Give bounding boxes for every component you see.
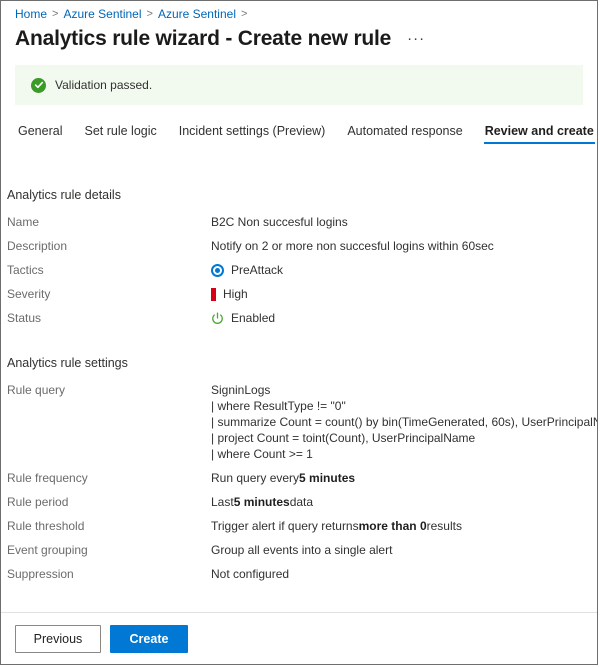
power-icon bbox=[211, 312, 224, 325]
severity-bar-icon bbox=[211, 288, 216, 301]
tab-review-and-create[interactable]: Review and create bbox=[474, 124, 597, 144]
wizard-footer: Previous Create bbox=[1, 612, 597, 664]
more-options-icon[interactable]: ··· bbox=[403, 32, 429, 46]
setting-value: Trigger alert if query returns more than… bbox=[211, 518, 462, 534]
setting-row: Event groupingGroup all events into a si… bbox=[7, 542, 597, 558]
detail-row: Tactics PreAttack bbox=[7, 262, 597, 278]
detail-label: Tactics bbox=[7, 262, 211, 278]
detail-row: Status Enabled bbox=[7, 310, 597, 326]
setting-row: Rule frequencyRun query every 5 minutes bbox=[7, 470, 597, 486]
detail-value-text: High bbox=[223, 286, 248, 302]
breadcrumb-item-2[interactable]: Azure Sentinel bbox=[158, 7, 236, 21]
breadcrumb-separator-icon: > bbox=[147, 8, 153, 20]
setting-label: Rule threshold bbox=[7, 518, 211, 534]
setting-value-emphasis: 5 minutes bbox=[234, 494, 290, 510]
setting-value-prefix: Not configured bbox=[211, 566, 289, 582]
setting-label: Rule frequency bbox=[7, 470, 211, 486]
check-circle-icon bbox=[31, 78, 46, 93]
analytics-rule-wizard-page: Home > Azure Sentinel > Azure Sentinel > Anal… bbox=[0, 0, 598, 665]
rule-query-line: | where ResultType != "0" bbox=[211, 398, 597, 414]
detail-value-text: Enabled bbox=[231, 310, 275, 326]
detail-row: NameB2C Non succesful logins bbox=[7, 214, 597, 230]
detail-row: Severity High bbox=[7, 286, 597, 302]
detail-label: Name bbox=[7, 214, 211, 230]
wizard-tabs: GeneralSet rule logicIncident settings (… bbox=[1, 116, 597, 144]
breadcrumb-separator-icon: > bbox=[241, 8, 247, 20]
setting-value-prefix: Run query every bbox=[211, 470, 299, 486]
rule-query-label: Rule query bbox=[7, 382, 211, 398]
detail-value-text: B2C Non succesful logins bbox=[211, 214, 348, 230]
setting-row: Rule periodLast 5 minutes data bbox=[7, 494, 597, 510]
setting-value-emphasis: more than 0 bbox=[359, 518, 427, 534]
tab-automated-response[interactable]: Automated response bbox=[336, 124, 473, 144]
setting-value-prefix: Trigger alert if query returns bbox=[211, 518, 359, 534]
previous-button[interactable]: Previous bbox=[15, 625, 101, 653]
setting-value: Not configured bbox=[211, 566, 289, 582]
setting-row: SuppressionNot configured bbox=[7, 566, 597, 582]
rule-query-line: | summarize Count = count() by bin(TimeG… bbox=[211, 414, 597, 430]
breadcrumb: Home > Azure Sentinel > Azure Sentinel > bbox=[1, 1, 597, 23]
detail-value-text: PreAttack bbox=[231, 262, 283, 278]
tab-general[interactable]: General bbox=[7, 124, 73, 144]
detail-value: B2C Non succesful logins bbox=[211, 214, 348, 230]
rule-query-line: SigninLogs bbox=[211, 382, 597, 398]
breadcrumb-separator-icon: > bbox=[52, 8, 58, 20]
setting-value-suffix: data bbox=[290, 494, 313, 510]
wizard-content: Home > Azure Sentinel > Azure Sentinel > Anal… bbox=[1, 1, 597, 612]
setting-label: Event grouping bbox=[7, 542, 211, 558]
rule-query-line: | project Count = toint(Count), UserPrin… bbox=[211, 430, 597, 446]
setting-row: Rule thresholdTrigger alert if query ret… bbox=[7, 518, 597, 534]
setting-value-emphasis: 5 minutes bbox=[299, 470, 355, 486]
rule-query-line: | where Count >= 1 bbox=[211, 446, 597, 462]
detail-row: DescriptionNotify on 2 or more non succe… bbox=[7, 238, 597, 254]
rule-query-row: Rule query SigninLogs| where ResultType … bbox=[7, 382, 597, 462]
analytics-rule-details-section: Analytics rule details NameB2C Non succe… bbox=[1, 188, 597, 326]
setting-value: Last 5 minutes data bbox=[211, 494, 313, 510]
rule-query-value: SigninLogs| where ResultType != "0"| sum… bbox=[211, 382, 597, 462]
setting-value-prefix: Group all events into a single alert bbox=[211, 542, 392, 558]
detail-value: High bbox=[211, 286, 248, 302]
details-section-title: Analytics rule details bbox=[7, 188, 597, 202]
setting-label: Rule period bbox=[7, 494, 211, 510]
page-title: Analytics rule wizard - Create new rule bbox=[15, 27, 391, 51]
tab-incident-settings-preview[interactable]: Incident settings (Preview) bbox=[168, 124, 337, 144]
setting-value: Run query every 5 minutes bbox=[211, 470, 355, 486]
setting-value-prefix: Last bbox=[211, 494, 234, 510]
setting-value-suffix: results bbox=[427, 518, 462, 534]
detail-value: PreAttack bbox=[211, 262, 283, 278]
setting-value: Group all events into a single alert bbox=[211, 542, 392, 558]
title-row: Analytics rule wizard - Create new rule … bbox=[1, 23, 597, 51]
tactic-target-icon bbox=[211, 264, 224, 277]
validation-banner: Validation passed. bbox=[15, 65, 583, 105]
detail-value: Enabled bbox=[211, 310, 275, 326]
analytics-rule-settings-section: Analytics rule settings Rule query Signi… bbox=[1, 356, 597, 582]
detail-value: Notify on 2 or more non succesful logins… bbox=[211, 238, 494, 254]
setting-label: Suppression bbox=[7, 566, 211, 582]
detail-label: Severity bbox=[7, 286, 211, 302]
validation-banner-text: Validation passed. bbox=[55, 78, 152, 92]
detail-label: Description bbox=[7, 238, 211, 254]
detail-value-text: Notify on 2 or more non succesful logins… bbox=[211, 238, 494, 254]
breadcrumb-item-1[interactable]: Azure Sentinel bbox=[63, 7, 141, 21]
detail-label: Status bbox=[7, 310, 211, 326]
settings-section-title: Analytics rule settings bbox=[7, 356, 597, 370]
tab-set-rule-logic[interactable]: Set rule logic bbox=[73, 124, 167, 144]
create-button[interactable]: Create bbox=[110, 625, 188, 653]
breadcrumb-item-0[interactable]: Home bbox=[15, 7, 47, 21]
